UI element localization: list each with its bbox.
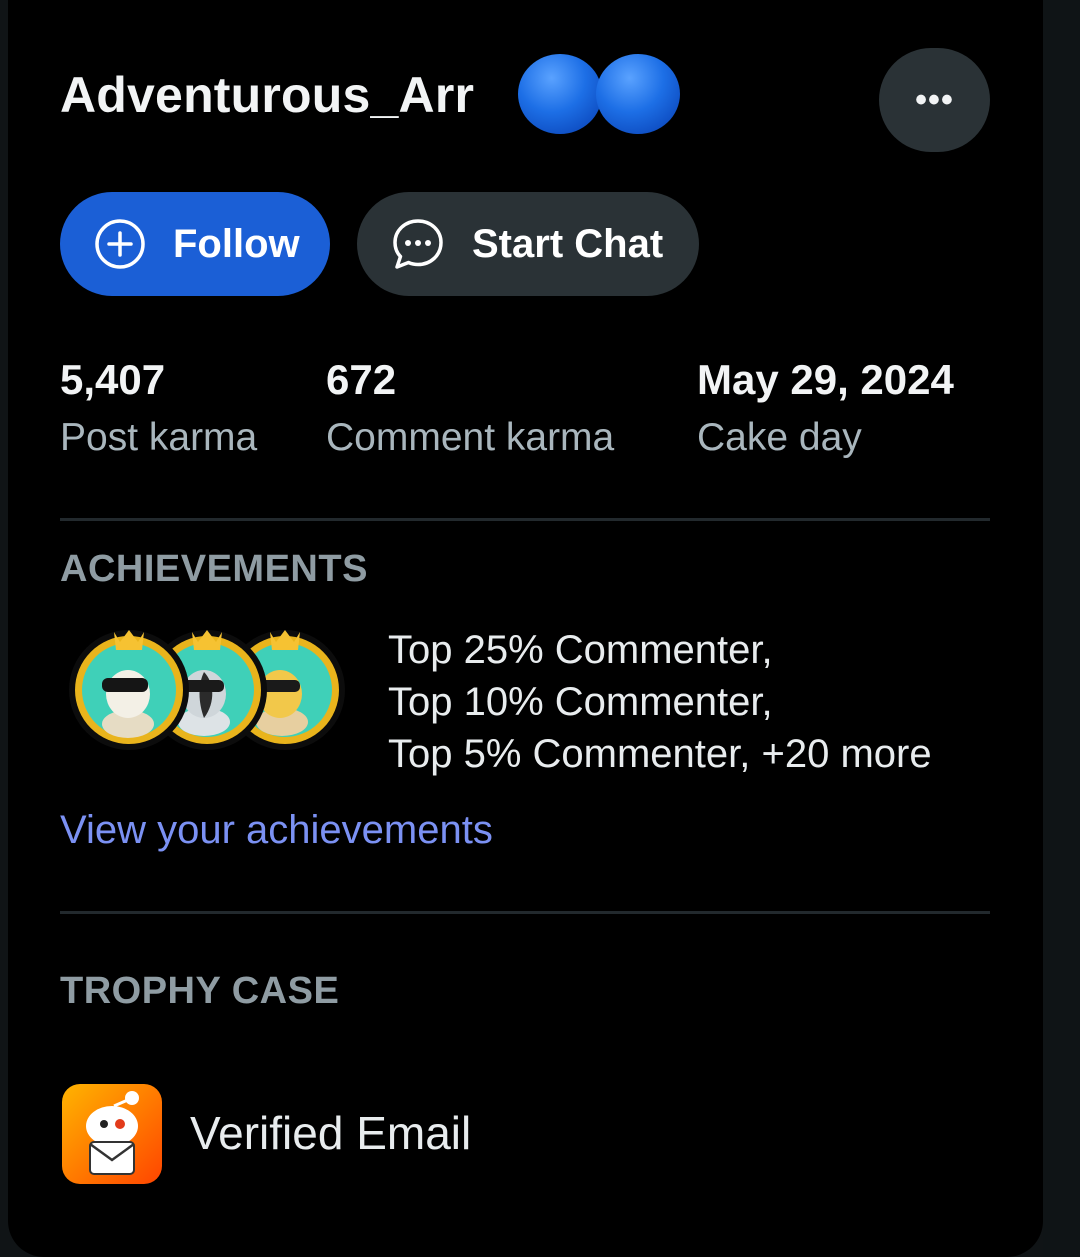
achievement-badge-icon [69,630,189,750]
divider [60,911,990,914]
redaction-circle [518,54,602,134]
cake-day-value: May 29, 2024 [697,356,954,403]
trophy-case-heading: TROPHY CASE [60,970,340,1012]
verified-email-trophy-icon [62,1084,162,1184]
more-options-button[interactable]: ••• [879,48,990,152]
achievement-line: Top 10% Commenter, [388,680,773,724]
trophy-label: Verified Email [190,1107,472,1159]
page-edge [1043,0,1080,1257]
achievement-line: Top 25% Commenter, [388,628,773,672]
achievement-line: Top 5% Commenter, +20 more [388,732,932,776]
view-achievements-link[interactable]: View your achievements [60,808,493,853]
redaction-circle [596,54,680,134]
comment-karma-value: 672 [326,356,397,403]
post-karma-value: 5,407 [60,356,166,403]
start-chat-button[interactable]: Start Chat [357,192,699,296]
plus-circle-icon [95,219,145,269]
start-chat-label: Start Chat [472,221,664,266]
follow-button[interactable]: Follow [60,192,330,296]
follow-label: Follow [173,221,300,266]
post-karma-label: Post karma [60,416,258,459]
profile-card: Adventurous_Arr ••• Follow Start Chat 5,… [8,0,1043,1257]
username: Adventurous_Arr [60,67,475,123]
chat-bubble-icon [393,219,443,269]
achievements-summary: Top 25% Commenter, Top 10% Commenter, To… [388,624,932,780]
cake-day-label: Cake day [697,416,862,459]
stat-cake-day: May 29, 2024 Cake day [697,352,954,468]
comment-karma-label: Comment karma [326,416,615,459]
stat-post-karma: 5,407 Post karma [60,352,257,468]
stat-comment-karma: 672 Comment karma [326,352,614,468]
divider [60,518,990,521]
achievements-heading: ACHIEVEMENTS [60,548,368,590]
